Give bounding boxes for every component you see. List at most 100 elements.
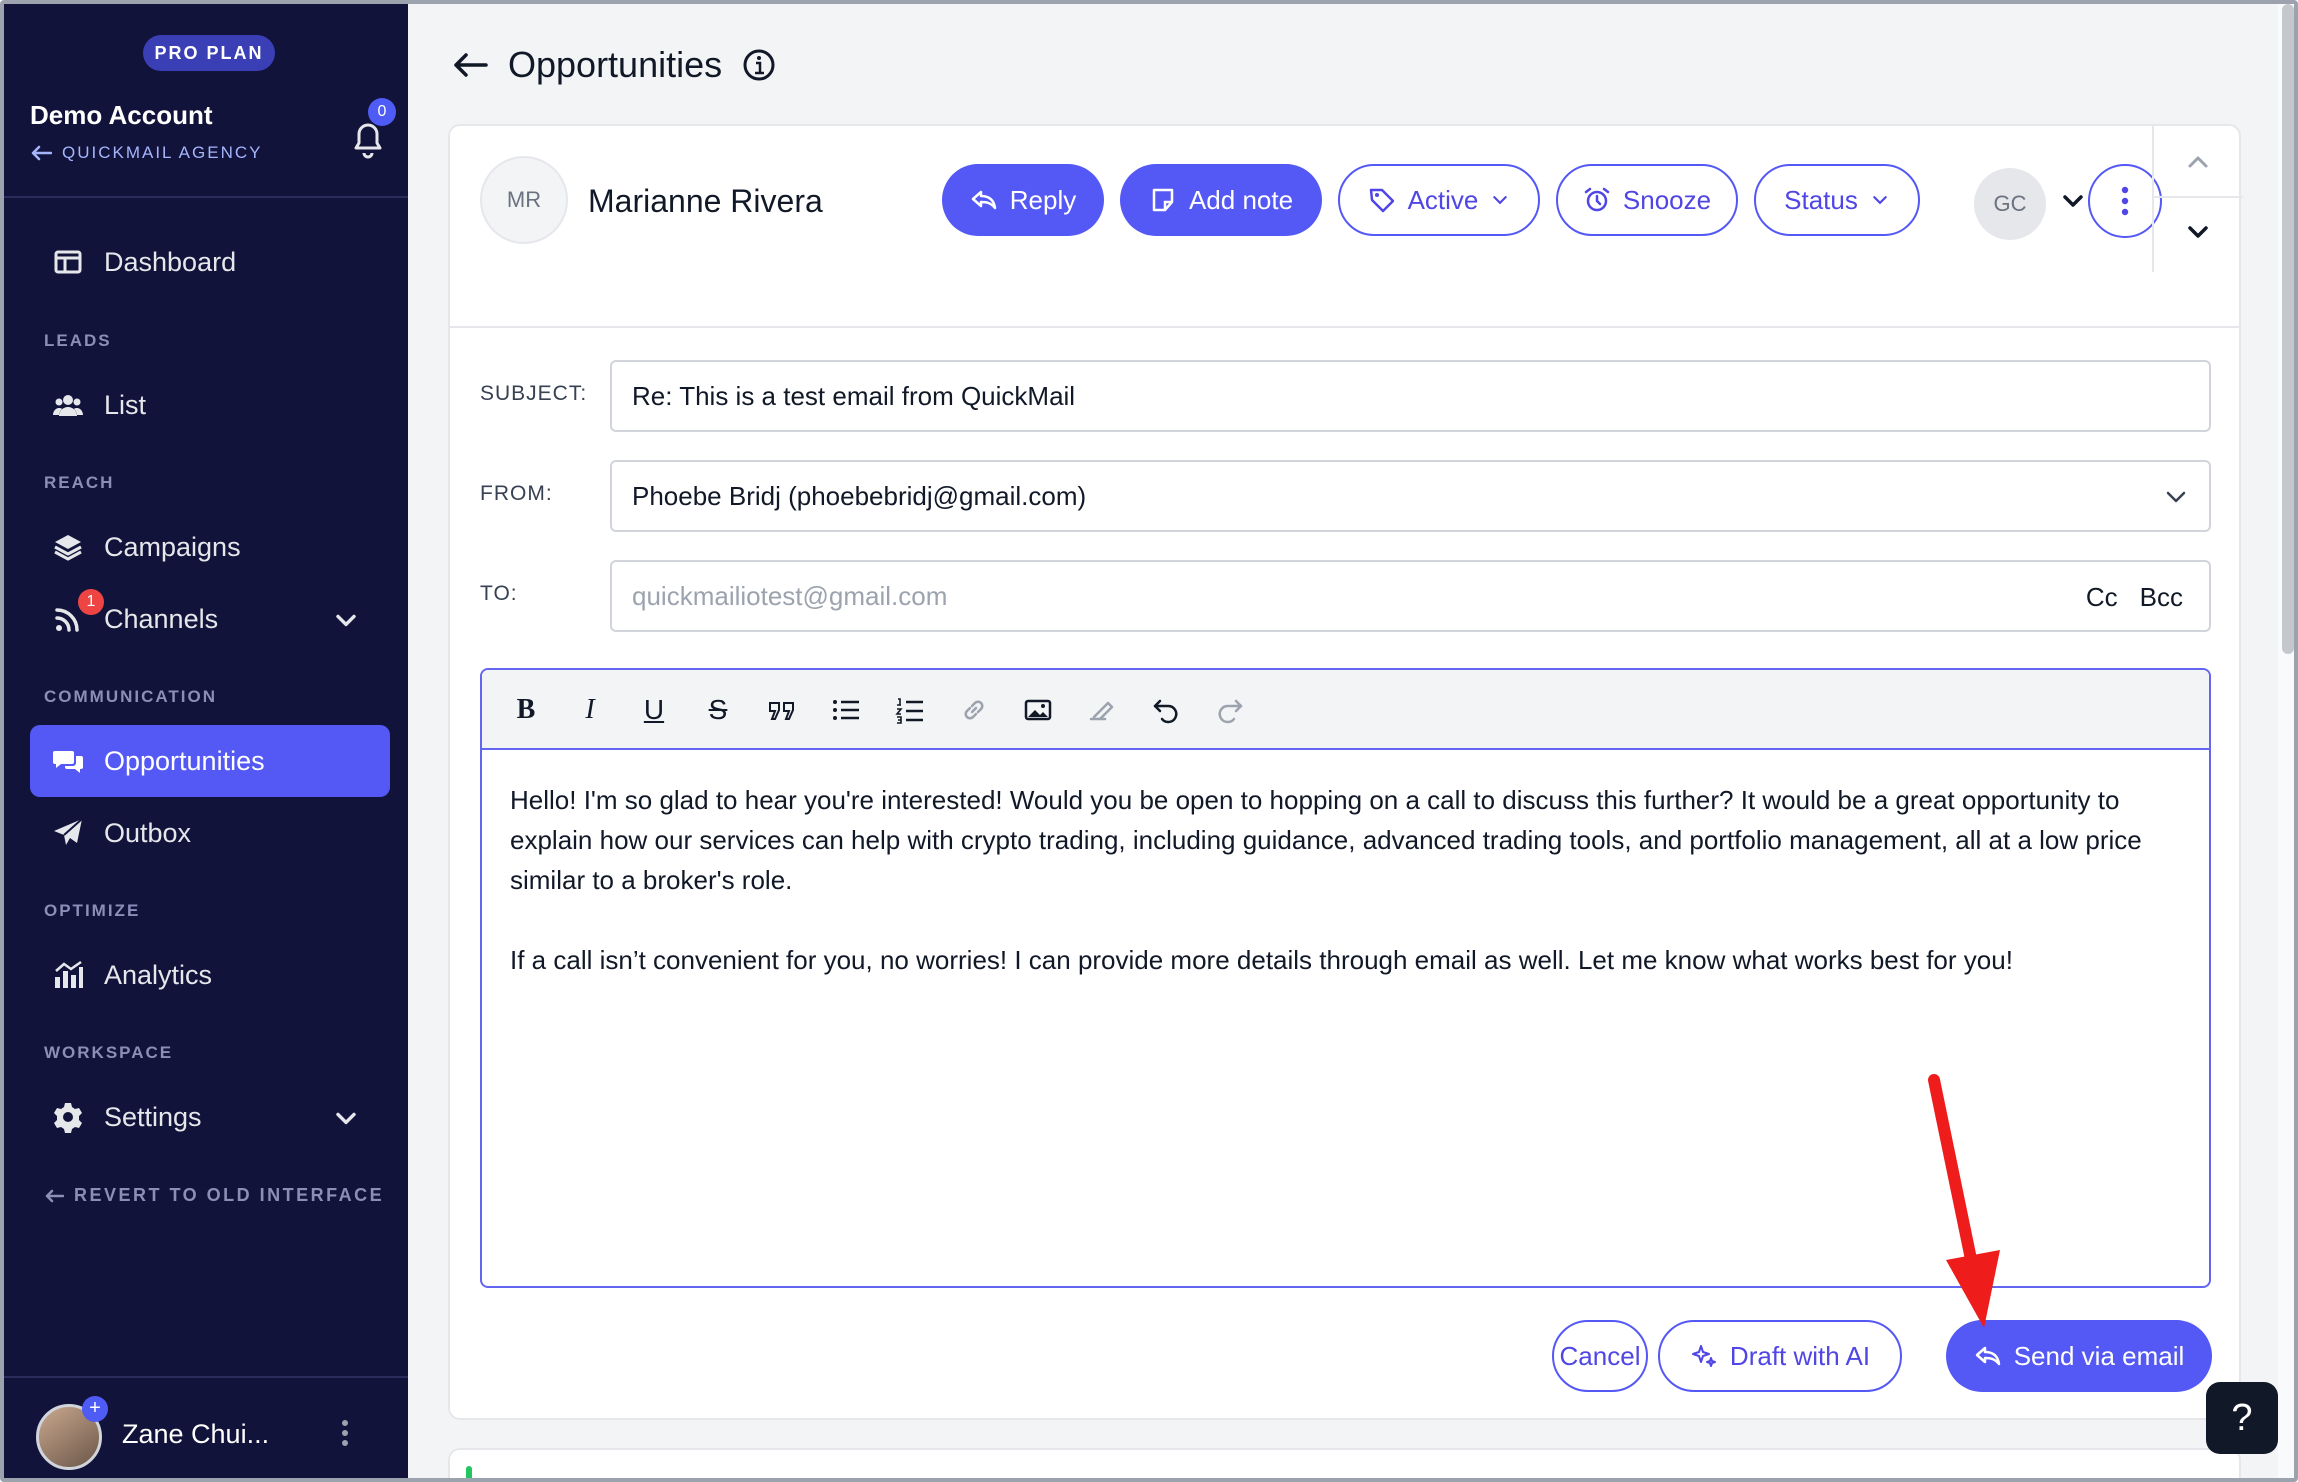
kebab-icon[interactable] (340, 1418, 350, 1448)
arrow-left-icon (31, 145, 52, 161)
add-note-label: Add note (1188, 184, 1294, 215)
chevron-up-icon[interactable] (2184, 148, 2212, 176)
active-dropdown[interactable]: Active (1338, 164, 1540, 236)
sidebar-item-dashboard[interactable]: Dashboard (30, 226, 390, 298)
reply-label: Reply (1009, 184, 1077, 215)
add-note-button[interactable]: Add note (1120, 164, 1322, 236)
scrollbar-thumb[interactable] (2282, 4, 2294, 654)
sidebar-item-label: Campaigns (104, 531, 241, 562)
sidebar-item-list[interactable]: List (30, 369, 390, 441)
back-arrow-icon[interactable] (452, 51, 488, 79)
to-placeholder: quickmailiotest@gmail.com (632, 580, 948, 611)
arrow-left-icon (45, 1189, 64, 1202)
cancel-button[interactable]: Cancel (1552, 1320, 1648, 1392)
revert-label: REVERT TO OLD INTERFACE (74, 1185, 385, 1205)
bullet-list-icon (833, 700, 859, 720)
sparkles-icon (1691, 1345, 1716, 1367)
subject-label: SUBJECT: (480, 382, 588, 405)
sidebar-item-channels[interactable]: Channels 1 (30, 583, 390, 655)
snooze-label: Snooze (1622, 184, 1712, 215)
numbered-list-icon (895, 698, 923, 724)
sidebar: PRO PLAN Demo Account QUICKMAIL AGENCY 0… (4, 4, 408, 1478)
redo-icon (1218, 699, 1243, 724)
assignee-avatar[interactable]: GC (1974, 168, 2046, 240)
sidebar-item-opportunities[interactable]: Opportunities (30, 725, 390, 797)
section-label-workspace: WORKSPACE (44, 1043, 174, 1062)
bold-button[interactable]: B (510, 694, 542, 726)
strikethrough-button[interactable]: S (702, 694, 734, 726)
send-via-email-label: Send via email (2013, 1340, 2185, 1371)
revert-old-interface-link[interactable]: REVERT TO OLD INTERFACE (44, 1185, 384, 1206)
sidebar-item-campaigns[interactable]: Campaigns (30, 511, 390, 583)
chevron-down-icon[interactable] (330, 1103, 362, 1135)
numbered-list-button[interactable] (894, 694, 926, 726)
account-switch-link[interactable]: QUICKMAIL AGENCY (30, 143, 262, 163)
blockquote-button[interactable] (766, 694, 798, 726)
bcc-toggle[interactable]: Bcc (2140, 582, 2183, 613)
page-title: Opportunities (508, 44, 723, 85)
user-name: Zane Chui... (122, 1419, 270, 1449)
account-name[interactable]: Demo Account (30, 100, 213, 131)
underline-button[interactable]: U (638, 694, 670, 726)
status-label: Status (1784, 184, 1858, 215)
active-label: Active (1407, 184, 1479, 215)
draft-with-ai-label: Draft with AI (1729, 1340, 1871, 1371)
sidebar-item-analytics[interactable]: Analytics (30, 939, 390, 1011)
chevron-down-icon[interactable] (2184, 218, 2212, 246)
activity-card (448, 1448, 2241, 1478)
contact-avatar: MR (480, 156, 568, 244)
section-label-communication: COMMUNICATION (44, 687, 217, 706)
cc-toggle[interactable]: Cc (2086, 582, 2118, 613)
reply-icon (971, 190, 996, 210)
quote-icon (769, 702, 794, 720)
plan-badge: PRO PLAN (143, 35, 275, 71)
layers-icon (54, 535, 82, 561)
sidebar-item-outbox[interactable]: Outbox (30, 797, 390, 869)
from-label: FROM: (480, 482, 553, 505)
cc-bcc-toggles: Cc Bcc (2086, 582, 2183, 613)
clear-format-button[interactable] (1086, 694, 1118, 726)
app-window: PRO PLAN Demo Account QUICKMAIL AGENCY 0… (0, 0, 2298, 1482)
subject-input[interactable]: Re: This is a test email from QuickMail (610, 360, 2211, 432)
snooze-button[interactable]: Snooze (1556, 164, 1738, 236)
help-button[interactable]: ? (2206, 1382, 2278, 1454)
contact-name[interactable]: Marianne Rivera (588, 183, 823, 220)
undo-icon (1153, 699, 1178, 724)
sidebar-item-label: Channels (104, 603, 219, 634)
eraser-icon (1089, 701, 1114, 721)
notification-badge: 0 (368, 98, 396, 126)
users-icon (53, 395, 83, 416)
email-body[interactable]: Hello! I'm so glad to hear you're intere… (510, 780, 2190, 1020)
section-label-reach: REACH (44, 473, 115, 492)
italic-button[interactable]: I (574, 694, 606, 726)
sidebar-item-label: Settings (104, 1101, 202, 1132)
chevron-down-icon (1873, 196, 1887, 205)
chevron-down-icon (1493, 196, 1508, 205)
scrollbar[interactable] (2278, 4, 2294, 1478)
to-input[interactable]: quickmailiotest@gmail.com Cc Bcc (610, 560, 2211, 632)
status-indicator (466, 1466, 472, 1478)
undo-button[interactable] (1150, 694, 1182, 726)
divider (450, 326, 2239, 328)
sidebar-item-label: List (104, 389, 147, 420)
image-button[interactable] (1022, 694, 1054, 726)
link-button[interactable] (958, 694, 990, 726)
sidebar-item-settings[interactable]: Settings (30, 1081, 390, 1153)
user-menu[interactable]: + Zane Chui... (4, 1376, 408, 1478)
chevron-down-icon[interactable] (330, 605, 362, 637)
bullet-list-button[interactable] (830, 694, 862, 726)
info-icon[interactable] (742, 48, 776, 82)
reply-button[interactable]: Reply (942, 164, 1104, 236)
kebab-icon (2121, 186, 2129, 216)
redo-button[interactable] (1214, 694, 1246, 726)
image-icon (1024, 699, 1052, 721)
chevron-down-icon[interactable] (2060, 188, 2086, 214)
sidebar-item-label: Outbox (104, 817, 192, 848)
from-value: Phoebe Bridj (phoebebridj@gmail.com) (632, 480, 1087, 511)
draft-with-ai-button[interactable]: Draft with AI (1658, 1320, 1902, 1392)
from-select[interactable]: Phoebe Bridj (phoebebridj@gmail.com) (610, 460, 2211, 532)
chevron-down-icon (2166, 491, 2186, 503)
more-actions-button[interactable] (2088, 164, 2162, 238)
status-dropdown[interactable]: Status (1754, 164, 1920, 236)
tag-icon (1369, 188, 1394, 213)
